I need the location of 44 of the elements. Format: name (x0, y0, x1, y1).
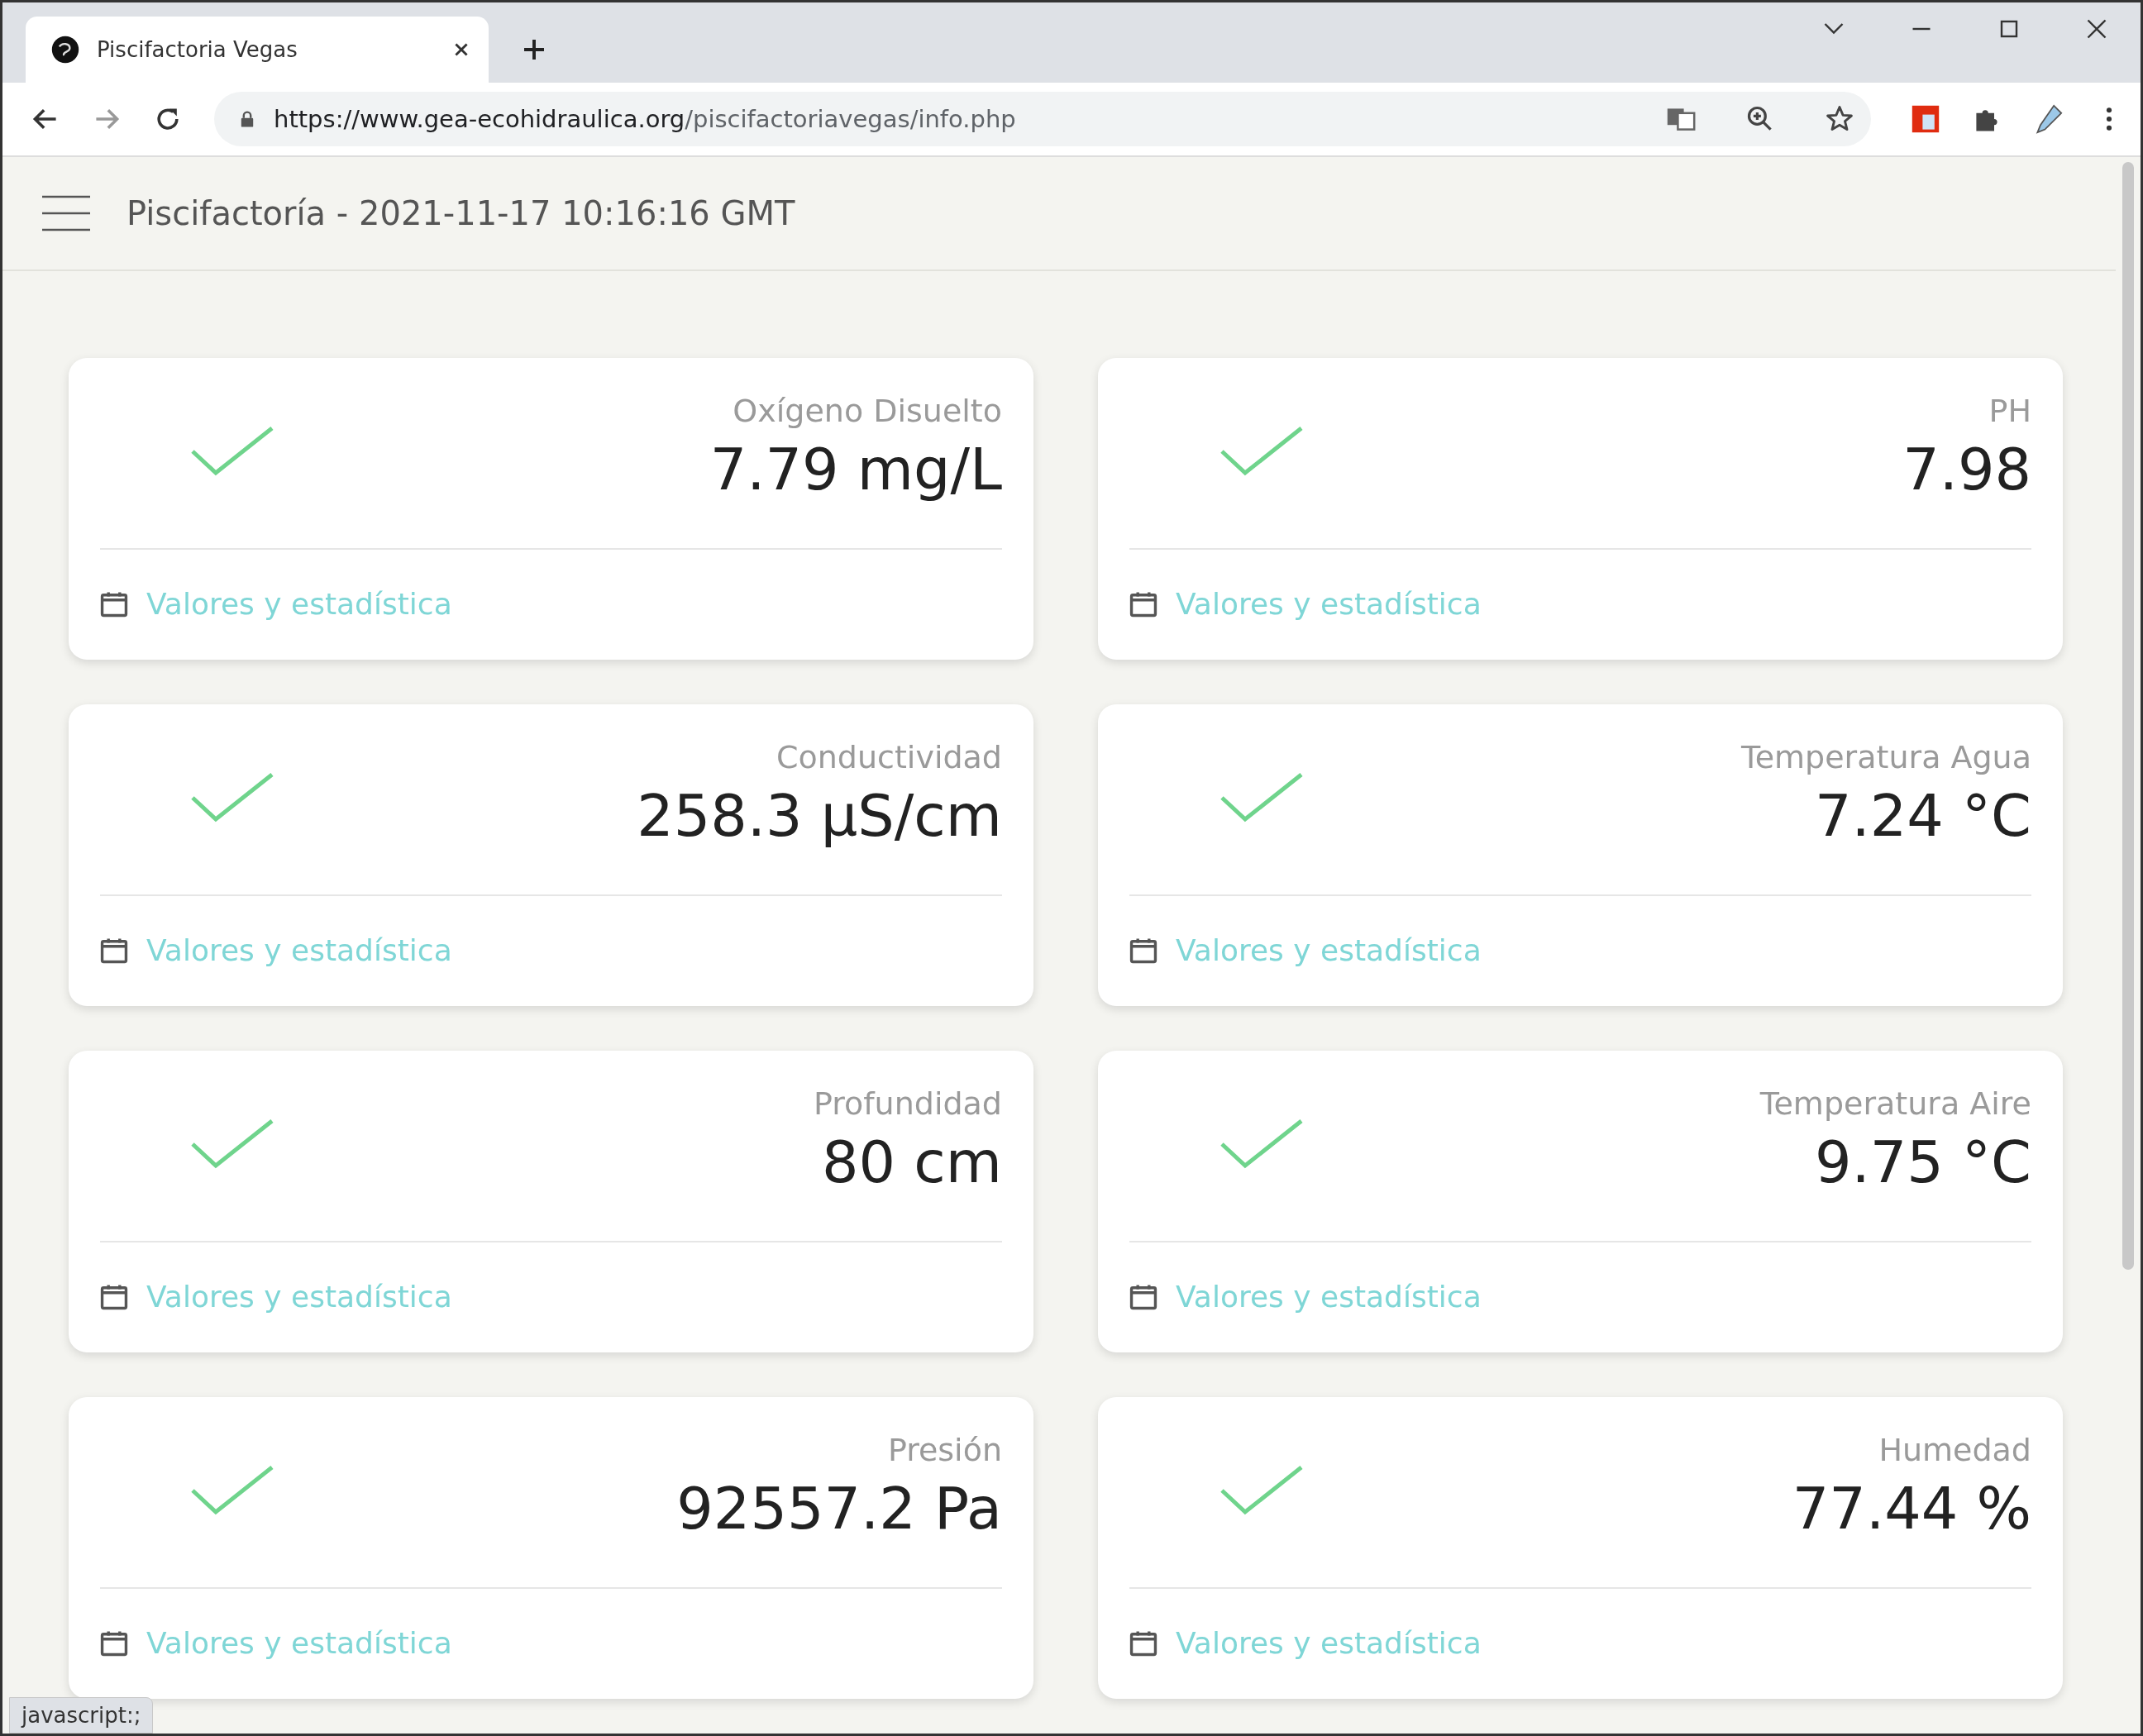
sensor-label: Humedad (1878, 1432, 2031, 1468)
address-bar[interactable]: https://www.gea-ecohidraulica.org/piscifactoriavegas/info.php (214, 92, 1871, 146)
extension-icon[interactable] (1911, 104, 1940, 134)
stats-link[interactable]: Valores y estadística (146, 586, 452, 621)
sensor-value: 77.44 % (1792, 1475, 2031, 1543)
sensor-label: Temperatura Aire (1759, 1085, 2031, 1122)
sensor-label: Conductividad (776, 739, 1002, 775)
calendar-icon (1129, 589, 1157, 618)
tab-title: Piscifactoria Vegas (97, 37, 298, 62)
stats-link[interactable]: Valores y estadística (146, 1279, 452, 1314)
sensor-value: 7.98 (1902, 436, 2031, 503)
sensor-value: 7.24 °C (1815, 782, 2031, 850)
page-title: Piscifactoría - 2021-11-17 10:16:16 GMT (126, 194, 795, 232)
sensor-label: Temperatura Agua (1740, 739, 2031, 775)
sensor-label: Presión (887, 1432, 1002, 1468)
stats-link[interactable]: Valores y estadística (1176, 1625, 1482, 1660)
stats-link[interactable]: Valores y estadística (1176, 586, 1482, 621)
sensor-value: 80 cm (822, 1128, 1002, 1196)
calendar-icon (100, 1629, 128, 1657)
calendar-icon (1129, 1629, 1157, 1657)
site-logo-icon (50, 35, 80, 64)
calendar-icon (100, 589, 128, 618)
sensor-value: 9.75 °C (1815, 1128, 2031, 1196)
calendar-icon (1129, 1282, 1157, 1310)
calendar-icon (100, 936, 128, 964)
stats-link[interactable]: Valores y estadística (146, 932, 452, 967)
stats-link[interactable]: Valores y estadística (146, 1625, 452, 1660)
sensor-label: Oxígeno Disuelto (733, 393, 1002, 429)
url-text: https://www.gea-ecohidraulica.org/piscifactoriavegas/info.php (274, 105, 1016, 133)
plus-icon[interactable] (522, 37, 546, 62)
sensor-value: 258.3 µS/cm (637, 782, 1002, 850)
close-icon[interactable] (452, 41, 470, 59)
menu-icon[interactable] (42, 195, 92, 231)
stats-link[interactable]: Valores y estadística (1176, 1279, 1482, 1314)
scrollbar-thumb[interactable] (2122, 162, 2134, 1270)
calendar-icon (1129, 936, 1157, 964)
sensor-value: 7.79 mg/L (709, 436, 1002, 503)
browser-tab[interactable]: Piscifactoria Vegas (26, 17, 489, 83)
sensor-label: PH (1988, 393, 2031, 429)
status-bubble: javascript:; (9, 1697, 154, 1734)
stats-link[interactable]: Valores y estadística (1176, 932, 1482, 967)
calendar-icon (100, 1282, 128, 1310)
sensor-value: 92557.2 Pa (676, 1475, 1002, 1543)
sensor-label: Profundidad (813, 1085, 1002, 1122)
